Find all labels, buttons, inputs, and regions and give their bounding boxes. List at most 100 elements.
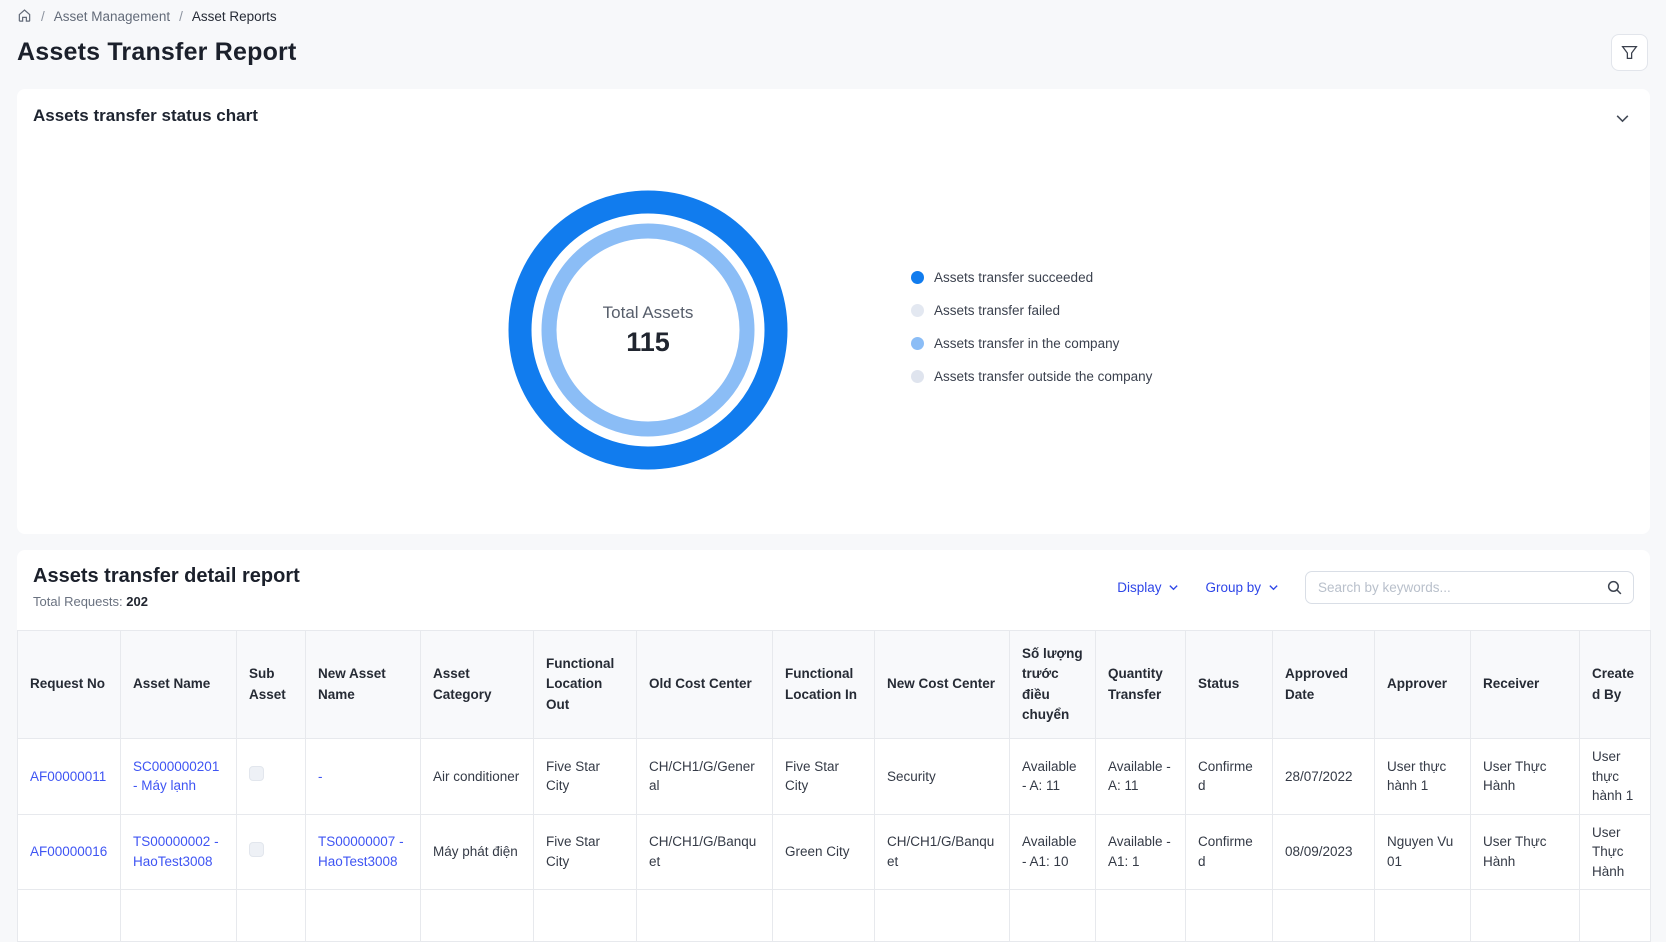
table-cell: Available - A: 11 <box>1010 739 1096 815</box>
table-cell: Air conditioner <box>421 739 534 815</box>
table-cell: Confirmed <box>1186 739 1273 815</box>
table-cell <box>237 739 306 815</box>
column-header: Status <box>1186 631 1273 739</box>
donut-center-label: Total Assets <box>603 303 694 323</box>
table-cell: 08/09/2023 <box>1273 814 1375 890</box>
column-header: Created By <box>1580 631 1651 739</box>
legend-dot <box>911 271 924 284</box>
table-cell: Green City <box>773 814 875 890</box>
table-cell: Security <box>875 739 1010 815</box>
column-header: New Asset Name <box>306 631 421 739</box>
row-checkbox[interactable] <box>249 766 264 781</box>
table-cell: 28/07/2022 <box>1273 739 1375 815</box>
chart-legend: Assets transfer succeeded Assets transfer… <box>911 267 1152 399</box>
legend-label: Assets transfer in the company <box>934 336 1119 351</box>
cell-link[interactable]: - <box>318 769 323 784</box>
legend-label: Assets transfer failed <box>934 303 1060 318</box>
page-header: Assets Transfer Report <box>0 24 1666 71</box>
table-cell <box>1010 890 1096 942</box>
table-cell: CH/CH1/G/Banquet <box>637 814 773 890</box>
table-cell <box>1096 890 1186 942</box>
cell-link[interactable]: AF00000016 <box>30 844 107 859</box>
column-header: Receiver <box>1471 631 1580 739</box>
table-cell: Available - A1: 10 <box>1010 814 1096 890</box>
breadcrumb-item-asset-reports[interactable]: Asset Reports <box>192 9 277 24</box>
table-cell <box>237 890 306 942</box>
table-cell <box>637 890 773 942</box>
cell-link[interactable]: AF00000011 <box>30 769 106 784</box>
table-cell: TS00000002 - HaoTest3008 <box>121 814 237 890</box>
donut-center-value: 115 <box>626 327 670 358</box>
chevron-down-icon <box>1168 582 1179 593</box>
total-requests: Total Requests: 202 <box>33 594 300 609</box>
table-cell: Five Star City <box>534 814 637 890</box>
cell-link[interactable]: TS00000002 - HaoTest3008 <box>133 834 219 869</box>
table-cell: Available - A: 11 <box>1096 739 1186 815</box>
legend-label: Assets transfer succeeded <box>934 270 1093 285</box>
column-header: Asset Name <box>121 631 237 739</box>
chevron-down-icon <box>1268 582 1279 593</box>
page-title: Assets Transfer Report <box>17 38 297 67</box>
column-header: Số lượng trước điều chuyển <box>1010 631 1096 739</box>
table-cell: Máy phát điện <box>421 814 534 890</box>
table-cell: User thực hành 1 <box>1580 739 1651 815</box>
column-header: Approved Date <box>1273 631 1375 739</box>
cell-link[interactable]: TS00000007 - HaoTest3008 <box>318 834 404 869</box>
search-icon[interactable] <box>1606 579 1623 596</box>
table-cell <box>1186 890 1273 942</box>
column-header: Functional Location In <box>773 631 875 739</box>
table-cell <box>1273 890 1375 942</box>
table-cell: Nguyen Vu 01 <box>1375 814 1471 890</box>
table-row: AF00000011 SC000000201 - Máy lạnh - Air con… <box>18 739 1651 815</box>
chart-card: Assets transfer status chart Total Asset… <box>17 89 1650 534</box>
legend-item[interactable]: Assets transfer failed <box>911 300 1152 320</box>
column-header: Quantity Transfer <box>1096 631 1186 739</box>
table-cell <box>421 890 534 942</box>
table-cell <box>121 890 237 942</box>
assets-transfer-table: Request NoAsset NameSub AssetNew Asset N… <box>17 630 1651 942</box>
legend-item[interactable]: Assets transfer outside the company <box>911 366 1152 386</box>
detail-report-card: Assets transfer detail report Total Requ… <box>17 550 1650 942</box>
search-input[interactable] <box>1305 571 1634 604</box>
display-dropdown-label: Display <box>1117 580 1161 595</box>
group-by-dropdown-label: Group by <box>1205 580 1261 595</box>
table-cell <box>1471 890 1580 942</box>
table-cell: Available - A1: 1 <box>1096 814 1186 890</box>
chart-card-title: Assets transfer status chart <box>33 106 258 126</box>
table-cell <box>773 890 875 942</box>
table-header-row: Request NoAsset NameSub AssetNew Asset N… <box>18 631 1651 739</box>
filter-button[interactable] <box>1611 34 1648 71</box>
table-cell: Confirmed <box>1186 814 1273 890</box>
column-header: Request No <box>18 631 121 739</box>
column-header: Old Cost Center <box>637 631 773 739</box>
donut-chart: Total Assets 115 <box>508 190 788 470</box>
breadcrumb-separator: / <box>179 9 183 24</box>
legend-dot <box>911 337 924 350</box>
breadcrumb-item-asset-management[interactable]: Asset Management <box>54 9 170 24</box>
table-cell: SC000000201 - Máy lạnh <box>121 739 237 815</box>
column-header: Functional Location Out <box>534 631 637 739</box>
filter-funnel-icon <box>1621 44 1638 61</box>
table-cell <box>534 890 637 942</box>
table-cell <box>1375 890 1471 942</box>
collapse-chevron-icon[interactable] <box>1612 108 1633 129</box>
home-icon[interactable] <box>17 8 32 23</box>
table-cell: User Thực Hành <box>1580 814 1651 890</box>
table-cell <box>306 890 421 942</box>
total-requests-value: 202 <box>126 594 148 609</box>
group-by-dropdown[interactable]: Group by <box>1205 580 1279 595</box>
breadcrumb-separator: / <box>41 9 45 24</box>
column-header: Approver <box>1375 631 1471 739</box>
table-row: AF00000016 TS00000002 - HaoTest3008 TS0000… <box>18 814 1651 890</box>
cell-link[interactable]: SC000000201 - Máy lạnh <box>133 759 219 794</box>
row-checkbox[interactable] <box>249 842 264 857</box>
total-requests-label: Total Requests: <box>33 594 123 609</box>
table-row <box>18 890 1651 942</box>
legend-item[interactable]: Assets transfer succeeded <box>911 267 1152 287</box>
column-header: Asset Category <box>421 631 534 739</box>
legend-dot <box>911 370 924 383</box>
table-cell <box>875 890 1010 942</box>
legend-item[interactable]: Assets transfer in the company <box>911 333 1152 353</box>
display-dropdown[interactable]: Display <box>1117 580 1179 595</box>
table-cell: TS00000007 - HaoTest3008 <box>306 814 421 890</box>
